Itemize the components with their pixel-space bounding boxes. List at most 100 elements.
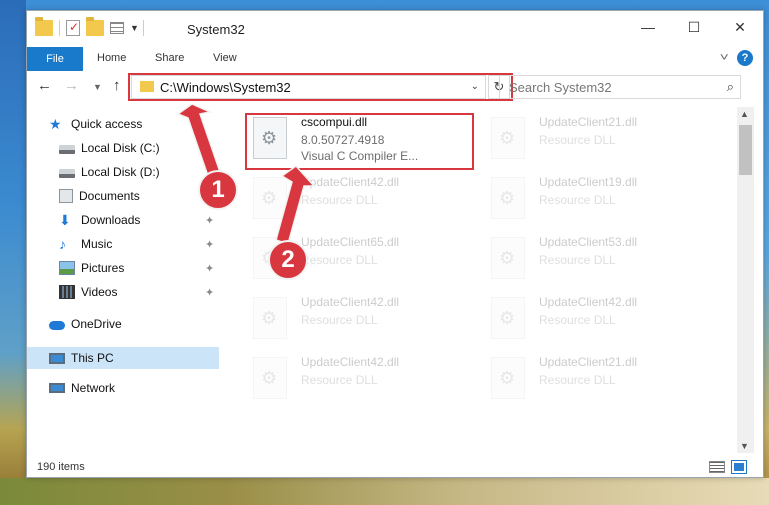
search-placeholder: Search System32 [509, 80, 612, 95]
dll-file-icon [491, 117, 525, 159]
sidebar-item-network[interactable]: Network [49, 377, 115, 399]
sidebar-item-label: Local Disk (D:) [81, 165, 160, 179]
file-tile[interactable]: UpdateClient42.dll Resource DLL [241, 291, 463, 347]
scrollbar-thumb[interactable] [739, 125, 752, 175]
music-icon: ♪ [59, 236, 66, 252]
sidebar-item-local-disk-c[interactable]: Local Disk (C:) ✦ [59, 137, 245, 159]
file-tile[interactable]: UpdateClient42.dll Resource DLL [241, 171, 463, 227]
tab-share[interactable]: Share [155, 52, 184, 64]
file-name: UpdateClient53.dll [539, 235, 638, 249]
large-icons-view-icon[interactable] [731, 460, 747, 474]
help-icon[interactable]: ? [737, 50, 753, 66]
file-tile[interactable]: UpdateClient53.dll Resource DLL [479, 231, 701, 287]
sidebar-item-this-pc[interactable]: This PC [49, 347, 114, 369]
file-tile[interactable]: UpdateClient42.dll Resource DLL [479, 291, 701, 347]
scroll-up-icon[interactable]: ▲ [740, 109, 749, 119]
dll-file-icon [491, 357, 525, 399]
tab-home[interactable]: Home [97, 52, 126, 64]
sidebar-item-label: Quick access [71, 117, 143, 131]
ribbon-tabs: File Home Share View ˅ ? [27, 47, 763, 71]
sidebar-item-label: Videos [81, 285, 118, 299]
downloads-icon: ⬇ [59, 212, 71, 228]
videos-icon [59, 285, 75, 299]
address-highlight-box [128, 73, 513, 101]
file-type: Resource DLL [539, 253, 616, 267]
sidebar-item-downloads[interactable]: ⬇ Downloads ✦ [59, 209, 245, 231]
sidebar-item-documents[interactable]: Documents [59, 185, 140, 207]
search-icon: ⌕ [726, 79, 734, 94]
pin-icon[interactable]: ✦ [205, 262, 214, 275]
minimize-button[interactable]: — [625, 11, 671, 43]
file-type: Resource DLL [539, 133, 616, 147]
file-tile[interactable]: UpdateClient21.dll Resource DLL [479, 351, 701, 407]
file-explorer-window: ▼ System32 — ☐ ✕ File Home Share View ˅ … [26, 10, 764, 478]
this-pc-icon [49, 352, 65, 364]
dll-file-icon [253, 297, 287, 339]
file-name: UpdateClient42.dll [301, 355, 400, 369]
sidebar-item-local-disk-d[interactable]: Local Disk (D:) [59, 161, 160, 183]
file-highlight-box [245, 113, 474, 170]
quick-access-toolbar: ▼ [35, 17, 150, 36]
window-title: System32 [187, 22, 245, 37]
view-icon[interactable] [110, 22, 124, 34]
navigation-pane: ★ Quick access Local Disk (C:) ✦ Local D… [27, 107, 219, 453]
onedrive-icon [49, 320, 65, 330]
star-icon: ★ [49, 116, 62, 132]
sidebar-item-videos[interactable]: Videos ✦ [59, 281, 245, 303]
file-type: Resource DLL [301, 253, 378, 267]
expand-ribbon-icon[interactable]: ˅ [719, 52, 728, 64]
file-name: UpdateClient21.dll [539, 115, 638, 129]
network-icon [49, 383, 65, 393]
file-type: Resource DLL [539, 373, 616, 387]
file-type: Resource DLL [301, 373, 378, 387]
file-name: UpdateClient21.dll [539, 355, 638, 369]
documents-icon [59, 189, 73, 203]
properties-icon[interactable] [66, 20, 80, 36]
file-type: Resource DLL [301, 193, 378, 207]
navigation-bar: ← → ▼ ↑ C:\Windows\System32 ⌄ ↻ Search S… [27, 73, 763, 101]
sidebar-item-pictures[interactable]: Pictures ✦ [59, 257, 245, 279]
sidebar-item-music[interactable]: ♪ Music ✦ [59, 233, 245, 255]
pin-icon[interactable]: ✦ [205, 214, 214, 227]
sidebar-item-label: Network [71, 381, 116, 395]
scroll-down-icon[interactable]: ▼ [740, 441, 749, 451]
desktop-background [0, 0, 26, 505]
pin-icon[interactable]: ✦ [205, 238, 214, 251]
tab-view[interactable]: View [213, 52, 237, 64]
file-name: UpdateClient19.dll [539, 175, 638, 189]
up-arrow-icon[interactable]: ↑ [113, 77, 121, 94]
file-type: Resource DLL [301, 313, 378, 327]
vertical-scrollbar[interactable]: ▲ ▼ [737, 107, 754, 453]
file-tile[interactable]: UpdateClient42.dll Resource DLL [241, 351, 463, 407]
maximize-button[interactable]: ☐ [671, 11, 717, 43]
file-tile[interactable]: UpdateClient19.dll Resource DLL [479, 171, 701, 227]
search-input[interactable]: Search System32 ⌕ [499, 75, 741, 99]
file-name: UpdateClient42.dll [301, 295, 400, 309]
window-controls: — ☐ ✕ [625, 11, 763, 43]
file-name: UpdateClient42.dll [539, 295, 638, 309]
qat-dropdown-icon[interactable]: ▼ [130, 23, 139, 33]
folder-icon[interactable] [35, 17, 53, 36]
item-count: 190 items [37, 461, 85, 473]
sidebar-item-label: Downloads [81, 213, 141, 227]
pictures-icon [59, 261, 75, 275]
close-button[interactable]: ✕ [717, 11, 763, 43]
file-tile[interactable]: UpdateClient21.dll Resource DLL [479, 111, 701, 167]
pin-icon[interactable]: ✦ [205, 142, 214, 155]
divider [59, 20, 60, 36]
sidebar-item-label: Local Disk (C:) [81, 141, 160, 155]
details-view-icon[interactable] [709, 461, 725, 473]
recent-locations-icon[interactable]: ▼ [93, 82, 102, 92]
sidebar-item-quick-access[interactable]: ★ Quick access [49, 113, 142, 135]
ribbon-right-controls: ˅ ? [719, 50, 753, 66]
desktop-background-bottom [0, 478, 769, 505]
file-name: UpdateClient42.dll [301, 175, 400, 189]
file-type: Resource DLL [539, 193, 616, 207]
new-folder-icon[interactable] [86, 17, 104, 36]
back-arrow-icon[interactable]: ← [37, 77, 52, 94]
sidebar-item-onedrive[interactable]: OneDrive [49, 313, 122, 335]
sidebar-item-label: Documents [79, 189, 140, 203]
tab-file[interactable]: File [27, 47, 83, 71]
pin-icon[interactable]: ✦ [205, 286, 214, 299]
forward-arrow-icon[interactable]: → [64, 77, 79, 94]
